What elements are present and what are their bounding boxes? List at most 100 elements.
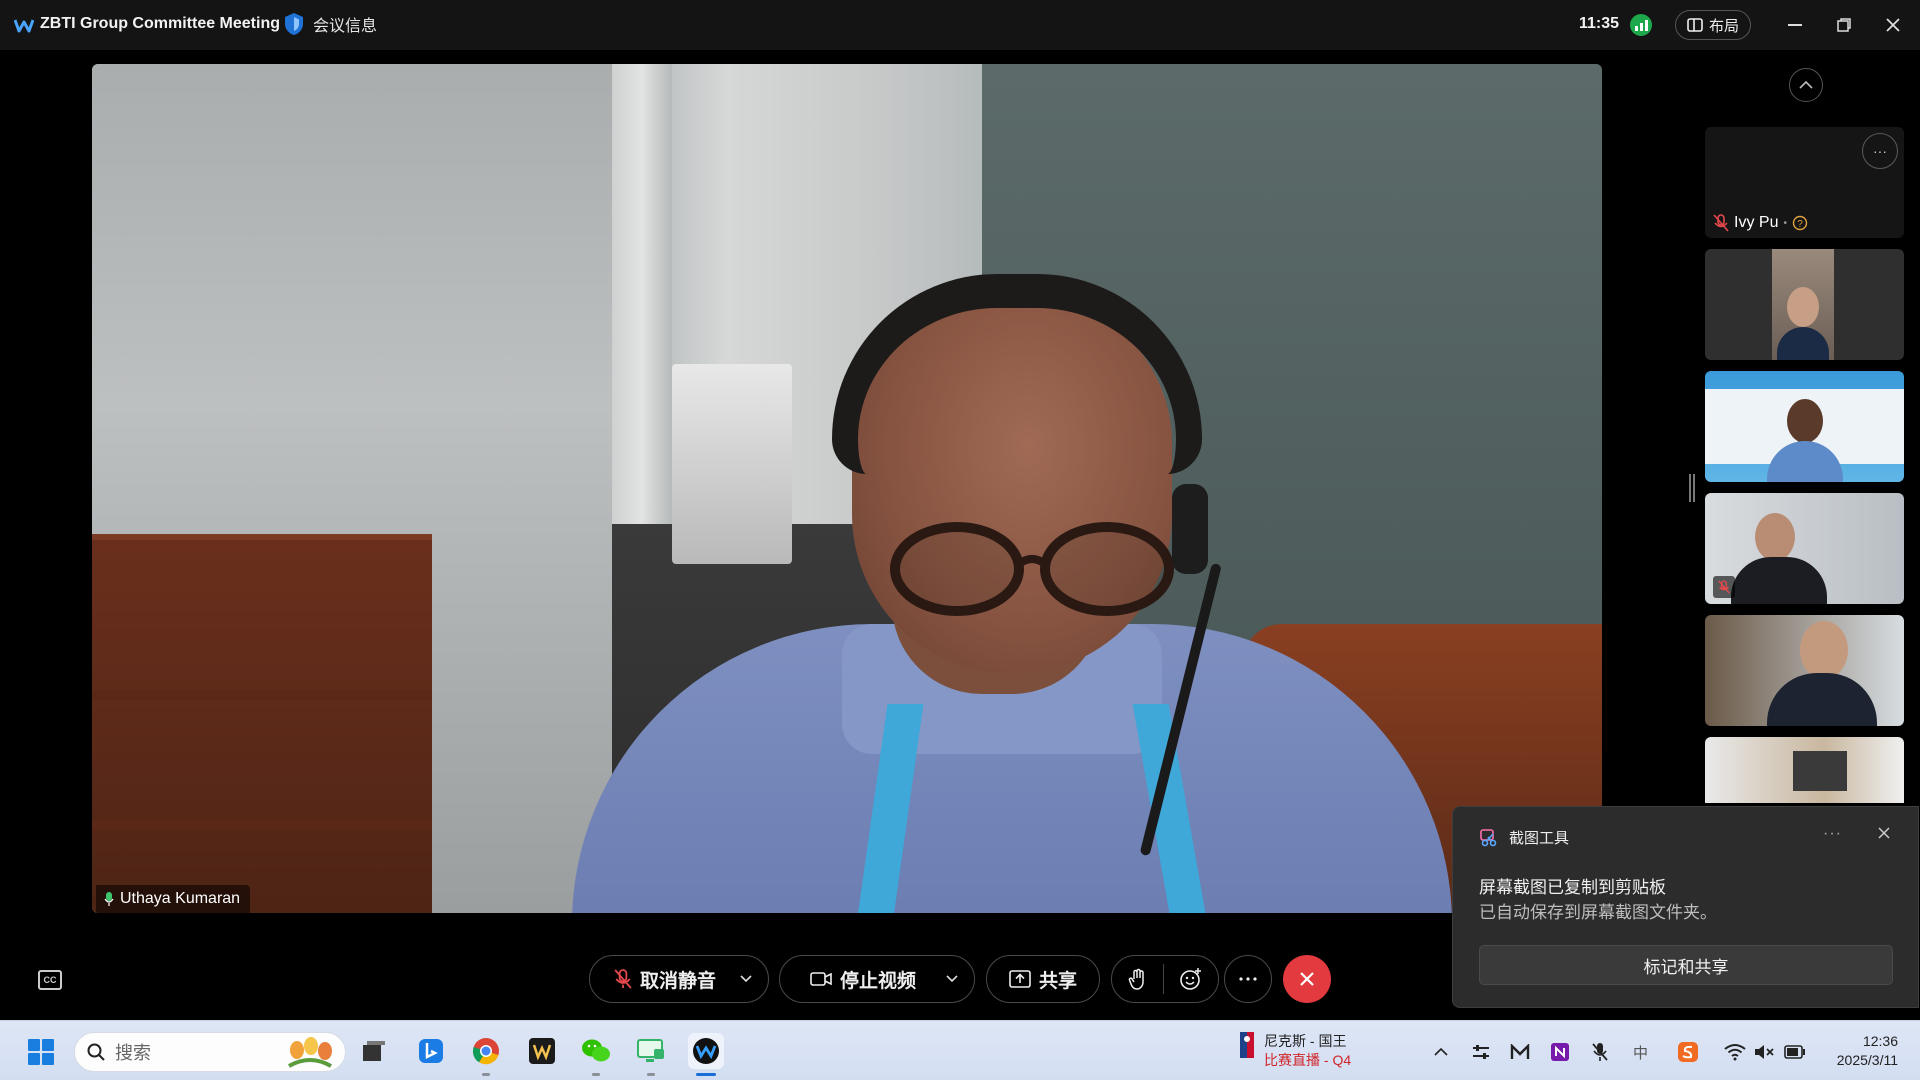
start-button[interactable]	[28, 1039, 54, 1065]
taskbar-task-view[interactable]	[356, 1033, 392, 1069]
participant-tile[interactable]	[1705, 737, 1904, 803]
share-screen-icon	[1009, 970, 1031, 988]
video-options-dropdown[interactable]	[932, 975, 972, 983]
chevron-up-icon	[1434, 1048, 1448, 1056]
nba-logo-icon	[1240, 1032, 1254, 1058]
unmute-label: 取消静音	[640, 969, 717, 992]
tray-settings-sliders[interactable]	[1470, 1041, 1492, 1063]
toast-more-button[interactable]: ···	[1823, 825, 1842, 843]
taskbar-clock[interactable]: 12:36 2025/3/11	[1826, 1032, 1898, 1070]
sogou-input-icon	[1678, 1042, 1698, 1062]
tray-battery[interactable]	[1784, 1041, 1806, 1063]
mic-muted-icon	[614, 969, 632, 989]
participant-video	[1772, 249, 1834, 360]
participant-tile[interactable]	[1705, 493, 1904, 604]
raise-hand-icon	[1128, 968, 1144, 990]
participant-tile[interactable]: ··· Ivy Pu • ?	[1705, 127, 1904, 238]
network-signal-icon[interactable]	[1630, 14, 1652, 36]
glasses-graphic	[890, 522, 1174, 616]
taskbar-time: 12:36	[1862, 1033, 1898, 1049]
participant-more-button[interactable]: ···	[1862, 133, 1898, 169]
mic-muted-icon	[1592, 1043, 1608, 1061]
participant-tile[interactable]	[1705, 249, 1904, 360]
mic-muted-icon	[1713, 214, 1729, 232]
taskbar-app-wechat[interactable]	[578, 1033, 614, 1069]
taskbar-app-wps[interactable]	[524, 1033, 560, 1069]
taskbar-date: 2025/3/11	[1836, 1052, 1898, 1068]
wifi-icon	[1724, 1044, 1746, 1061]
video-control: 停止视频	[779, 955, 975, 1003]
input-method-icon: 中	[1633, 1044, 1648, 1061]
leave-meeting-button[interactable]	[1283, 955, 1331, 1003]
svg-text:?: ?	[1797, 219, 1803, 230]
unmute-button[interactable]: 取消静音	[590, 966, 726, 993]
tray-input-method[interactable]: 中	[1630, 1041, 1652, 1063]
layout-label: 布局	[1708, 17, 1739, 35]
emoji-reaction-icon	[1179, 968, 1201, 990]
toast-body: 已自动保存到屏幕截图文件夹。	[1479, 903, 1717, 922]
audio-options-dropdown[interactable]	[726, 975, 766, 983]
search-placeholder: 搜索	[115, 1043, 151, 1063]
show-hidden-icons-button[interactable]	[1430, 1041, 1452, 1063]
minimize-icon	[1788, 24, 1802, 26]
tray-onenote[interactable]	[1549, 1041, 1571, 1063]
toast-close-button[interactable]	[1878, 823, 1890, 844]
svg-text:中: 中	[1633, 1044, 1648, 1061]
minimize-button[interactable]	[1782, 12, 1808, 38]
stop-video-button[interactable]: 停止视频	[780, 966, 932, 993]
taskbar-app-webex[interactable]	[688, 1033, 724, 1069]
title-bar: ZBTI Group Committee Meeting 会议信息 11:35 …	[0, 0, 1920, 50]
main-video-stage[interactable]: Uthaya Kumaran	[92, 64, 1602, 913]
taskbar-app-remote-desktop[interactable]	[633, 1033, 669, 1069]
sliders-icon	[1473, 1045, 1489, 1059]
snipping-tool-icon	[1480, 828, 1497, 846]
tray-wifi[interactable]	[1724, 1041, 1746, 1063]
taskbar-search[interactable]: 搜索	[74, 1032, 346, 1072]
taskbar-news-widget[interactable]: 尼克斯 - 国王 比赛直播 - Q4	[1240, 1032, 1351, 1070]
chevron-down-icon	[740, 975, 752, 983]
participant-tile[interactable]	[1705, 371, 1904, 482]
chevron-down-icon	[946, 975, 958, 983]
share-label: 共享	[1038, 969, 1077, 992]
volume-muted-icon	[1755, 1045, 1774, 1059]
snipping-tool-notification[interactable]: 截图工具 ··· 屏幕截图已复制到剪贴板 已自动保存到屏幕截图文件夹。 标记和共…	[1452, 806, 1919, 1008]
battery-icon	[1784, 1045, 1805, 1059]
mic-active-icon	[104, 892, 114, 906]
close-window-button[interactable]	[1880, 12, 1906, 38]
share-button[interactable]: 共享	[986, 955, 1100, 1003]
layout-icon	[1687, 18, 1703, 32]
participant-tile[interactable]	[1705, 615, 1904, 726]
taskbar-app-chrome[interactable]	[468, 1033, 504, 1069]
chrome-icon	[472, 1038, 499, 1065]
participant-muted-indicator	[1713, 576, 1735, 598]
raise-hand-button[interactable]	[1128, 968, 1148, 990]
markup-and-share-button[interactable]: 标记和共享	[1479, 945, 1893, 985]
closed-captions-button[interactable]: CC	[38, 970, 62, 990]
remote-desktop-icon	[637, 1039, 664, 1062]
wps-office-icon	[529, 1038, 555, 1064]
chevron-up-icon	[1799, 81, 1813, 89]
tray-volume-muted[interactable]	[1753, 1041, 1775, 1063]
m-app-icon	[1510, 1044, 1530, 1059]
tray-sogou[interactable]	[1677, 1041, 1699, 1063]
strip-scroll-up-button[interactable]	[1789, 68, 1823, 102]
more-options-button[interactable]	[1224, 955, 1272, 1003]
tray-app-m[interactable]	[1509, 1041, 1531, 1063]
tray-mic-muted[interactable]	[1589, 1041, 1611, 1063]
restore-button[interactable]	[1831, 12, 1857, 38]
taskbar-app-bing[interactable]	[413, 1033, 449, 1069]
strip-resize-handle[interactable]	[1689, 474, 1695, 502]
meeting-info-button[interactable]: 会议信息	[283, 12, 377, 36]
webex-logo-icon	[14, 19, 34, 33]
speaker-name: Uthaya Kumaran	[120, 890, 241, 907]
reactions-control	[1111, 955, 1219, 1003]
more-icon	[1239, 977, 1257, 981]
help-icon: ?	[1792, 215, 1808, 231]
reactions-button[interactable]	[1179, 967, 1203, 991]
close-icon	[1886, 18, 1900, 32]
task-view-icon	[363, 1041, 385, 1061]
participant-video	[1755, 513, 1795, 561]
search-icon	[87, 1043, 105, 1061]
layout-button[interactable]: 布局	[1675, 10, 1751, 40]
participant-video	[1793, 751, 1847, 791]
